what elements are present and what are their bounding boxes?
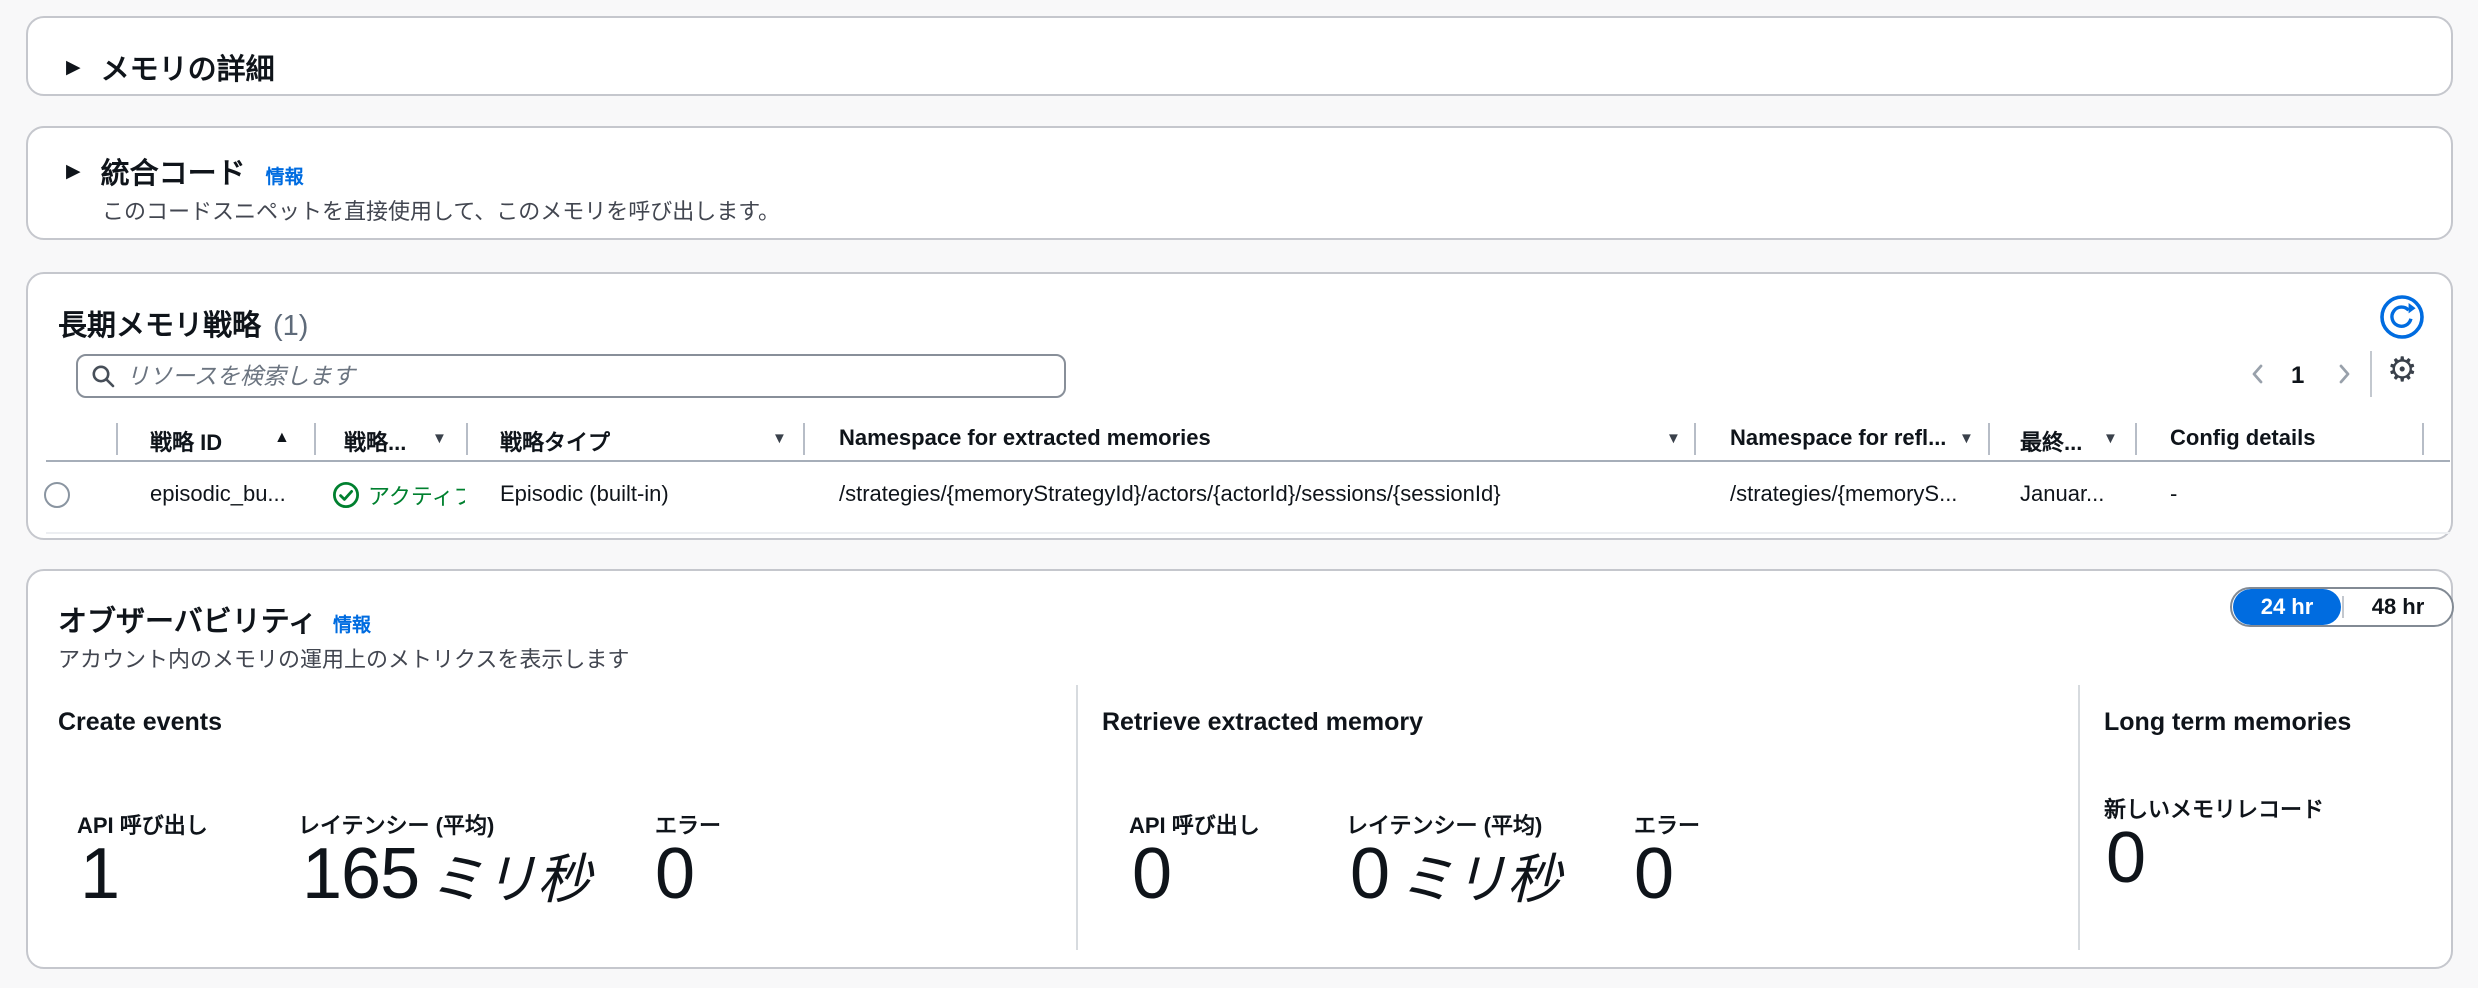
page: { "memory_details": { "title": "メモリの詳細" … [0, 0, 2478, 988]
pagination-next-button[interactable] [2331, 361, 2357, 387]
integration-code-description: このコードスニペットを直接使用して、このメモリを呼び出します。 [102, 194, 780, 226]
retrieve-latency-value: 0ミリ秒 [1350, 833, 1561, 915]
column-divider [466, 423, 468, 455]
expand-right-icon: ▶ [66, 162, 81, 181]
filter-icon[interactable]: ▼ [1959, 430, 1974, 447]
long-term-title: Long term memories [2104, 708, 2351, 737]
column-divider [1988, 423, 1990, 455]
toggle-24hr-button[interactable]: 24 hr [2233, 589, 2341, 625]
chevron-left-icon [2245, 361, 2271, 387]
observability-info-link[interactable]: 情報 [333, 610, 371, 637]
retrieve-latency-unit: ミリ秒 [1399, 835, 1561, 914]
status-success-icon [332, 481, 360, 509]
column-header-strategy-id[interactable]: 戦略 ID [150, 425, 222, 457]
observability-header: オブザーバビリティ 情報 [58, 598, 371, 640]
settings-gear-button[interactable]: ⚙ [2387, 353, 2417, 387]
cell-config-details: - [2170, 481, 2177, 507]
retrieve-errors-value: 0 [1634, 833, 1673, 915]
observability-panel: オブザーバビリティ 情報 アカウント内のメモリの運用上のメトリクスを表示します … [26, 569, 2453, 969]
retrieve-latency-number: 0 [1350, 833, 1389, 915]
column-divider [803, 423, 805, 455]
strategies-header: 長期メモリ戦略 (1) [58, 302, 308, 344]
create-latency-unit: ミリ秒 [429, 835, 591, 914]
strategies-count: (1) [273, 310, 308, 343]
create-latency-value: 165ミリ秒 [302, 833, 591, 915]
column-divider [2422, 423, 2424, 455]
column-divider [314, 423, 316, 455]
cell-ns-reflection: /strategies/{memoryS... [1730, 481, 1957, 507]
table-header-divider [46, 460, 2450, 462]
pagination-prev-button[interactable] [2245, 361, 2271, 387]
cell-last-modified: Januar... [2020, 481, 2104, 507]
integration-code-title: 統合コード [101, 150, 246, 192]
filter-icon[interactable]: ▼ [772, 430, 787, 447]
integration-code-panel: ▶ 統合コード 情報 このコードスニペットを直接使用して、このメモリを呼び出しま… [26, 126, 2453, 240]
memory-details-expander[interactable]: ▶ メモリの詳細 [66, 46, 275, 88]
search-input[interactable] [126, 363, 1052, 390]
observability-description: アカウント内のメモリの運用上のメトリクスを表示します [58, 642, 629, 674]
time-range-toggle: 24 hr 48 hr [2230, 587, 2454, 627]
column-header-config-details: Config details [2170, 425, 2315, 451]
metrics-divider [2078, 685, 2080, 950]
observability-title: オブザーバビリティ [58, 598, 317, 640]
strategies-panel: 長期メモリ戦略 (1) 1 ⚙ 戦略 ID ▲ 戦略... [26, 272, 2453, 540]
table-row-divider [46, 532, 2450, 534]
create-events-title: Create events [58, 708, 222, 737]
memory-details-panel: ▶ メモリの詳細 [26, 16, 2453, 96]
retrieve-title: Retrieve extracted memory [1102, 708, 1423, 737]
toggle-48hr-button[interactable]: 48 hr [2344, 589, 2452, 625]
create-latency-number: 165 [302, 833, 419, 915]
strategies-title: 長期メモリ戦略 [58, 302, 261, 344]
chevron-right-icon [2331, 361, 2357, 387]
column-header-ns-extracted[interactable]: Namespace for extracted memories [839, 425, 1211, 451]
integration-code-expander[interactable]: ▶ 統合コード 情報 [66, 150, 304, 192]
sort-ascending-icon[interactable]: ▲ [274, 429, 290, 447]
gear-icon: ⚙ [2387, 351, 2417, 389]
status-label: アクティブ [368, 479, 465, 511]
column-header-ns-reflection[interactable]: Namespace for refl... [1730, 425, 1946, 451]
column-header-strategy-type[interactable]: 戦略タイプ [500, 425, 610, 457]
cell-strategy-id: episodic_bu... [150, 481, 286, 507]
pagination-page-1[interactable]: 1 [2291, 362, 2304, 390]
new-memory-records-value: 0 [2106, 817, 2146, 899]
retrieve-api-calls-value: 0 [1132, 833, 1171, 915]
column-divider [1694, 423, 1696, 455]
cell-status: アクティブ [332, 479, 465, 511]
filter-icon[interactable]: ▼ [2103, 430, 2118, 447]
column-header-status[interactable]: 戦略... [344, 425, 406, 457]
cell-ns-extracted: /strategies/{memoryStrategyId}/actors/{a… [839, 481, 1501, 507]
integration-code-info-link[interactable]: 情報 [266, 162, 304, 189]
create-errors-value: 0 [655, 833, 694, 915]
metrics-divider [1076, 685, 1078, 950]
expand-right-icon: ▶ [66, 58, 81, 77]
search-container [76, 354, 1066, 398]
memory-details-title: メモリの詳細 [101, 46, 275, 88]
filter-icon[interactable]: ▼ [1666, 430, 1681, 447]
refresh-icon [2379, 294, 2425, 340]
row-radio-button[interactable] [44, 482, 70, 508]
search-icon [90, 363, 116, 389]
refresh-button[interactable] [2379, 294, 2425, 340]
filter-icon[interactable]: ▼ [432, 430, 447, 447]
column-divider [116, 423, 118, 455]
cell-strategy-type: Episodic (built-in) [500, 481, 669, 507]
create-api-calls-value: 1 [80, 833, 119, 915]
column-divider [2135, 423, 2137, 455]
toolbar-divider [2370, 351, 2372, 397]
column-header-last-modified[interactable]: 最終... [2020, 425, 2082, 457]
